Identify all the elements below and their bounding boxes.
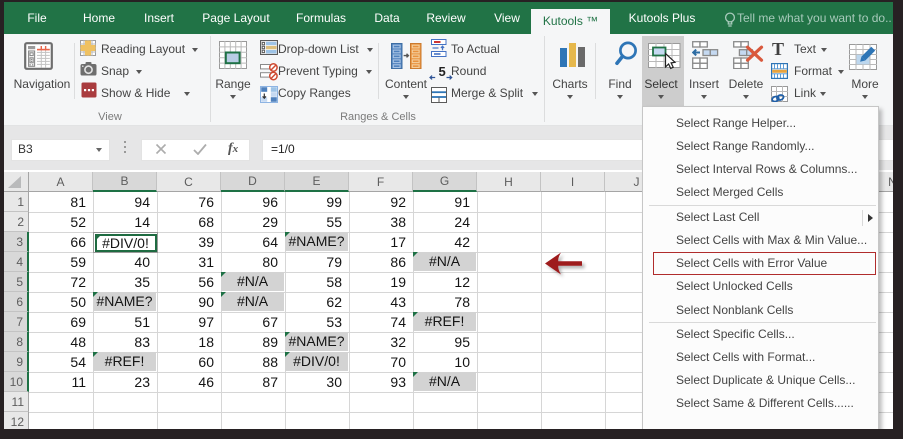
svg-text:5: 5 [439,64,446,79]
